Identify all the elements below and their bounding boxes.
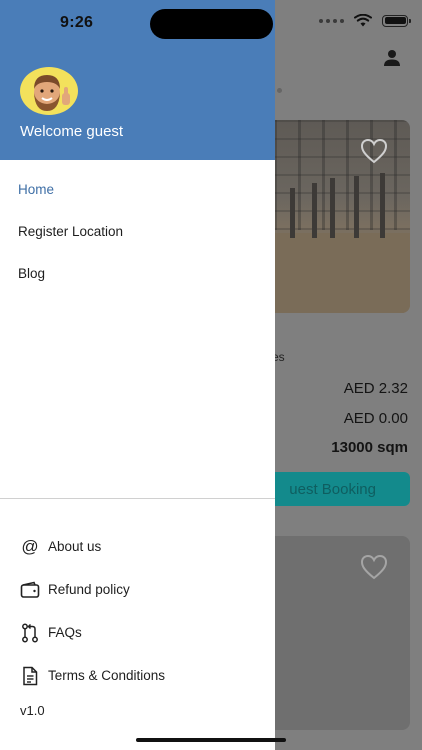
about-us-link[interactable]: @ About us bbox=[20, 525, 260, 568]
user-icon[interactable] bbox=[382, 48, 402, 68]
memoji-avatar-icon bbox=[34, 75, 70, 111]
price-value-2: AED 0.00 bbox=[343, 410, 408, 427]
divider bbox=[0, 498, 275, 499]
faqs-link[interactable]: FAQs bbox=[20, 611, 260, 654]
refund-policy-link[interactable]: Refund policy bbox=[20, 568, 260, 611]
faqs-label: FAQs bbox=[48, 625, 82, 640]
wifi-icon bbox=[354, 14, 372, 27]
side-drawer: 9:26 Welcome guest Home Register Locatio… bbox=[0, 0, 275, 750]
about-us-label: About us bbox=[48, 539, 102, 554]
signal-icon bbox=[319, 18, 344, 23]
terms-link[interactable]: Terms & Conditions bbox=[20, 654, 260, 697]
document-icon bbox=[20, 666, 40, 686]
welcome-text: Welcome guest bbox=[20, 123, 124, 140]
battery-icon bbox=[382, 14, 411, 27]
nav-item-register-location[interactable]: Register Location bbox=[0, 220, 275, 262]
terms-label: Terms & Conditions bbox=[48, 668, 166, 683]
at-icon: @ bbox=[21, 537, 39, 556]
area-value: 13000 sqm bbox=[331, 439, 408, 456]
status-icons bbox=[319, 14, 411, 27]
request-booking-label: uest Booking bbox=[289, 480, 376, 498]
nav-item-home[interactable]: Home bbox=[0, 178, 275, 220]
refund-policy-label: Refund policy bbox=[48, 582, 130, 597]
wallet-icon bbox=[20, 580, 40, 600]
price-value: AED 2.32 bbox=[343, 380, 408, 397]
carousel-dot bbox=[277, 88, 282, 93]
app-version: v1.0 bbox=[20, 703, 45, 718]
avatar[interactable] bbox=[20, 67, 78, 115]
heart-icon[interactable] bbox=[360, 138, 388, 164]
status-time: 9:26 bbox=[60, 14, 94, 31]
nav-item-blog[interactable]: Blog bbox=[0, 262, 275, 304]
dynamic-island bbox=[150, 9, 273, 39]
heart-icon[interactable] bbox=[360, 554, 388, 580]
home-indicator[interactable] bbox=[136, 738, 286, 742]
drawer-nav: Home Register Location Blog bbox=[0, 178, 275, 304]
pull-request-icon bbox=[20, 623, 40, 643]
drawer-footer: @ About us Refund policy FAQs Terms & Co… bbox=[20, 525, 260, 697]
